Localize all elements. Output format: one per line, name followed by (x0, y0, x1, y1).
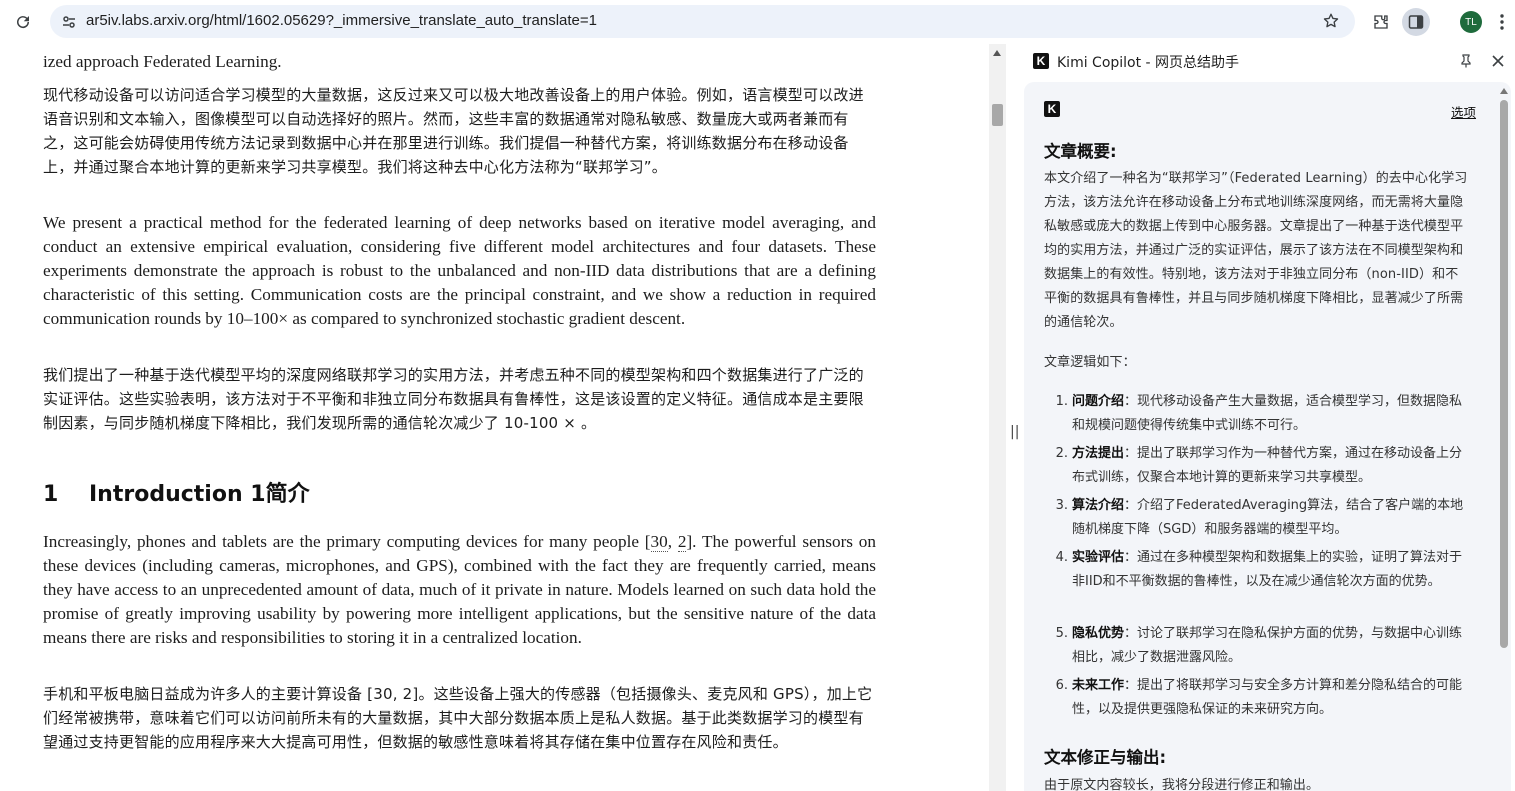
section-title: Introduction 1简介 (89, 482, 310, 507)
address-bar[interactable]: ar5iv.labs.arxiv.org/html/1602.05629?_im… (50, 5, 1355, 38)
intro-zh-paragraph: 手机和平板电脑日益成为许多人的主要计算设备 [30, 2]。这些设备上强大的传感… (43, 685, 873, 751)
section-heading-introduction: 1 Introduction 1简介 (43, 476, 310, 508)
side-panel-icon[interactable] (1402, 8, 1430, 36)
abstract-partial-line: ized approach Federated Learning. (43, 52, 282, 71)
browser-toolbar: ar5iv.labs.arxiv.org/html/1602.05629?_im… (0, 0, 1515, 44)
panel-scrollbar[interactable] (1497, 82, 1511, 791)
options-link[interactable]: 选项 (1451, 102, 1476, 121)
resize-grip-icon[interactable]: || (1010, 424, 1019, 440)
profile-avatar[interactable]: TL (1460, 11, 1482, 33)
page-scrollbar[interactable] (989, 44, 1006, 791)
abstract-zh-paragraph-2: 我们提出了一种基于迭代模型平均的深度网络联邦学习的实用方法，并考虑五种不同的模型… (43, 366, 864, 432)
page-scroll-thumb[interactable] (992, 104, 1003, 126)
intro-en-paragraph: Increasingly, phones and tablets are the… (43, 532, 876, 647)
side-panel-splitter[interactable] (1006, 44, 1024, 791)
abstract-zh-paragraph-1: 现代移动设备可以访问适合学习模型的大量数据，这反过来又可以极大地改善设备上的用户… (43, 86, 864, 176)
site-info-icon[interactable] (56, 9, 82, 35)
side-panel-title: Kimi Copilot - 网页总结助手 (1057, 55, 1240, 71)
more-menu-icon[interactable] (1492, 8, 1512, 36)
panel-scroll-up-arrow-icon[interactable] (1500, 88, 1508, 94)
citation-link-30[interactable]: 30 (650, 532, 668, 552)
section-number: 1 (43, 482, 59, 507)
extensions-icon[interactable] (1367, 8, 1395, 36)
star-icon[interactable] (1318, 8, 1344, 34)
summary-text: 本文介绍了一种名为“联邦学习”（Federated Learning）的去中心化… (1044, 171, 1468, 330)
logic-intro-text: 文章逻辑如下： (1044, 355, 1136, 370)
summary-heading: 文章概要: (1044, 142, 1117, 161)
kimi-logo-icon: K (1033, 53, 1049, 69)
kimi-card-logo-icon: K (1044, 101, 1060, 117)
output-heading: 文本修正与输出: (1044, 748, 1167, 767)
kimi-summary-card: K 选项 文章概要: 本文介绍了一种名为“联邦学习”（Federated Lea… (1024, 82, 1511, 791)
reload-icon[interactable] (10, 9, 36, 35)
scroll-up-arrow-icon[interactable] (993, 50, 1001, 56)
pin-icon[interactable] (1457, 52, 1475, 70)
abstract-en-paragraph-2: We present a practical method for the fe… (43, 213, 876, 328)
output-text: 由于原文内容较长，我将分段进行修正和输出。 (1044, 778, 1320, 791)
url-text[interactable]: ar5iv.labs.arxiv.org/html/1602.05629?_im… (86, 12, 597, 29)
panel-scroll-thumb[interactable] (1500, 100, 1508, 648)
article-page: ized approach Federated Learning. 现代移动设备… (0, 44, 989, 791)
close-icon[interactable] (1488, 51, 1508, 71)
